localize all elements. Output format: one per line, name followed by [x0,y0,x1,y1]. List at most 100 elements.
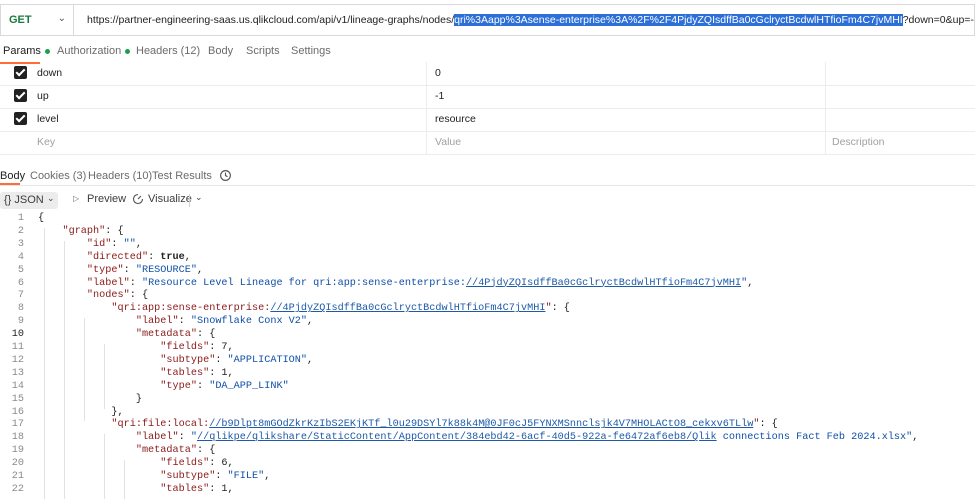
chevron-down-icon: ⌄ [47,193,55,203]
json-token: : { [196,445,216,457]
json-token: "metadata" [135,445,197,457]
line-number: 2 [17,225,24,237]
description-placeholder[interactable]: Description [832,136,885,148]
json-token: , [264,471,271,482]
column-divider [426,131,427,154]
code-line: "label": "//qlikpe/qlikshare/StaticConte… [38,432,919,444]
json-token: "fields" [160,342,210,353]
visualize-button[interactable]: Visualize [148,193,192,205]
code-line: "id": "", [38,239,142,250]
code-line: "qri:file:local://b9Dlpt8mGOdZkrKzIbS2EK… [38,419,777,430]
json-link[interactable]: //4PjdyZQIsdffBa0cGclryctBcdwlHTfioFm4C7… [270,303,545,314]
json-token: "fields" [160,458,210,470]
tab-test-results[interactable]: Test Results [152,170,212,182]
line-number: 21 [11,471,24,482]
chevron-down-icon[interactable]: ⌄ [195,192,203,203]
param-value[interactable]: -1 [435,90,444,102]
json-token: : [215,471,228,482]
code-line: "label": "Resource Level Lineage for qri… [38,278,753,289]
json-token: , [307,354,314,366]
line-number: 10 [11,329,24,341]
json-token: : [178,432,191,444]
line-number: 22 [11,483,24,495]
format-select[interactable]: {} JSON ⌄ [0,192,58,209]
json-token: "DA_APP_LINK" [209,380,289,392]
tab-response-body[interactable]: Body [0,170,25,182]
json-token: : 1, [209,367,234,379]
json-token: "Snowflake Conx V2" [190,316,308,328]
column-divider [825,85,826,108]
history-icon[interactable] [219,169,232,185]
json-link[interactable]: //4PjdyZQIsdffBa0cGclryctBcdwlHTfioFm4C7… [466,278,741,289]
tab-response-headers[interactable]: Headers (10) [88,170,152,182]
json-token: , [184,251,191,263]
param-checkbox[interactable] [14,112,27,125]
visualize-icon [132,193,144,208]
json-token: , [196,264,204,276]
key-placeholder[interactable]: Key [37,136,55,148]
tab-scripts[interactable]: Scripts [246,45,280,57]
preview-button[interactable]: Preview [87,193,126,205]
json-token: "nodes" [86,290,130,302]
param-key[interactable]: level [37,113,59,125]
method-select[interactable]: GET ⌄ [0,4,73,36]
tab-body[interactable]: Body [208,45,233,57]
json-token: "tables" [160,367,210,379]
json-token: "subtype" [160,354,216,366]
divider [0,185,975,186]
param-value[interactable]: 0 [435,67,441,79]
line-number: 5 [17,264,24,276]
json-token: { [38,213,45,224]
code-line: }, [38,407,123,418]
chevron-down-icon: ⌄ [57,13,66,24]
json-token: : 7, [209,342,234,353]
divider [189,194,190,207]
code-line: "fields": 7, [38,342,234,353]
json-token: "metadata" [135,329,197,341]
json-link[interactable]: //b9Dlpt8mGOdZkrKzIbS2EKjKTf_l0u29DSYl7k… [209,419,753,430]
line-number: 3 [17,238,24,250]
url-input[interactable]: https://partner-engineering-saas.us.qlik… [73,4,975,36]
url-suffix: ?down=0&up=-1&level=resource [902,14,974,26]
column-divider [426,85,427,108]
code-line: "metadata": { [38,445,215,456]
active-dot [125,48,131,54]
code-line: "metadata": { [38,329,215,340]
tab-params[interactable]: Params [3,45,50,57]
tab-headers[interactable]: Headers (12) [136,45,200,57]
param-checkbox[interactable] [14,89,27,102]
json-token: "qri:app:sense-enterprise: [111,303,271,315]
json-token: connections Fact Feb 2024.xlsx" [716,432,913,444]
json-token: "subtype" [160,471,216,482]
json-link[interactable]: //qlikpe/qlikshare/StaticContent/AppCont… [197,432,717,443]
json-token: "FILE" [227,471,265,482]
active-dot [44,48,50,54]
line-number: 4 [17,251,24,263]
param-checkbox[interactable] [14,66,27,79]
line-number: 19 [11,445,24,457]
value-placeholder[interactable]: Value [435,136,461,148]
param-value[interactable]: resource [435,113,476,125]
line-number: 7 [17,290,24,302]
param-row: level resource [0,108,975,132]
param-key[interactable]: down [37,67,62,79]
line-number: 18 [11,432,24,444]
json-token: "label" [135,316,179,328]
line-number: 1 [17,213,24,224]
json-token: true [160,251,185,263]
tab-settings[interactable]: Settings [291,45,331,57]
param-key[interactable]: up [37,90,49,102]
tab-cookies[interactable]: Cookies (3) [30,170,86,182]
tab-authorization[interactable]: Authorization [57,45,131,57]
code-line: "qri:app:sense-enterprise://4PjdyZQIsdff… [38,303,570,314]
line-number: 16 [11,406,24,418]
param-row-new: Key Value Description [0,131,975,155]
code-line: "fields": 6, [38,458,233,470]
